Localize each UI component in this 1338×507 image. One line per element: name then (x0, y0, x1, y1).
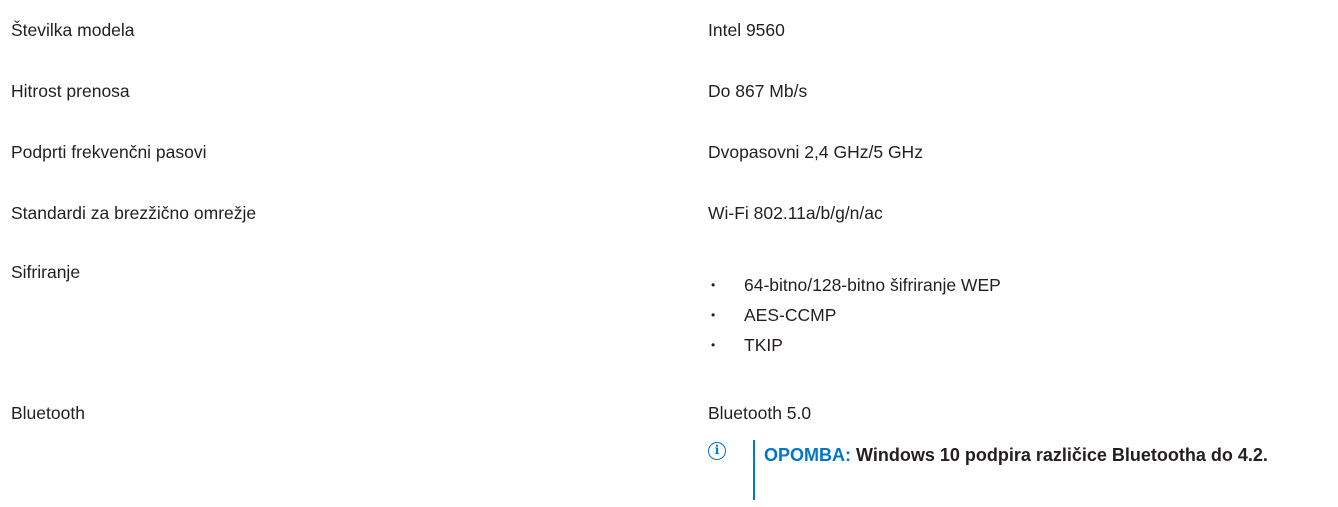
spec-value: Dvopasovni 2,4 GHz/5 GHz (708, 142, 923, 162)
spec-value: Intel 9560 (708, 20, 785, 40)
list-item: • AES-CCMP (708, 304, 1001, 334)
note-text-block: OPOMBA: Windows 10 podpira različice Blu… (764, 440, 1338, 470)
bullet-icon: • (711, 278, 716, 292)
spec-label: Bluetooth (11, 403, 85, 423)
list-item-text: TKIP (744, 335, 783, 355)
spec-value: Wi-Fi 802.11a/b/g/n/ac (708, 203, 883, 223)
bullet-icon: • (711, 338, 716, 352)
spec-label: Hitrost prenosa (11, 81, 130, 101)
spec-value: Bluetooth 5.0 (708, 403, 812, 423)
spec-label: Standardi za brezžično omrežje (11, 203, 257, 223)
list-item: • TKIP (708, 334, 1001, 364)
note-label: OPOMBA: (764, 445, 851, 465)
spec-label: Podprti frekvenčni pasovi (11, 142, 207, 162)
info-icon: i (708, 442, 726, 460)
list-item: • 64-bitno/128-bitno šifriranje WEP (708, 274, 1001, 304)
spec-label: Številka modela (11, 20, 135, 40)
bullet-icon: • (711, 308, 716, 322)
list-item-text: AES-CCMP (744, 305, 837, 325)
list-item-text: 64-bitno/128-bitno šifriranje WEP (744, 275, 1001, 295)
spec-label: Sifriranje (11, 262, 81, 282)
note-body: Windows 10 podpira različice Bluetootha … (856, 445, 1268, 465)
note-divider (753, 440, 755, 500)
encryption-list: • 64-bitno/128-bitno šifriranje WEP • AE… (708, 274, 1001, 364)
spec-value: Do 867 Mb/s (708, 81, 808, 101)
